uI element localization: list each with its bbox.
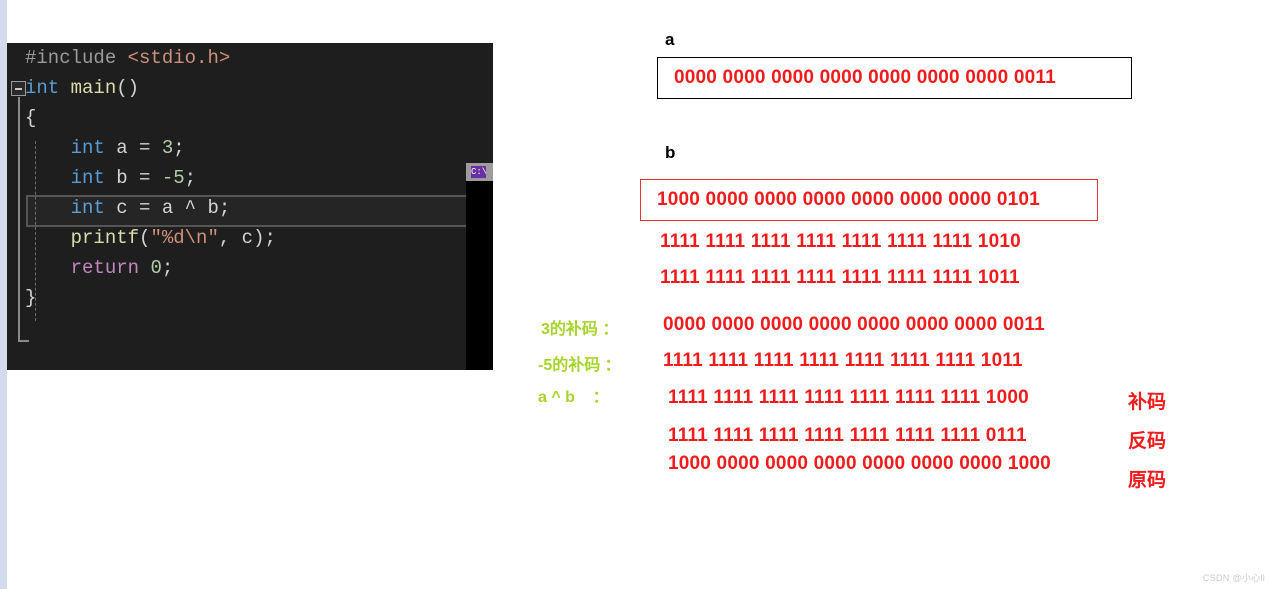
code-token: printf [70,227,140,249]
calc-bits-3: 1111 1111 1111 1111 1111 1111 1111 0111 [668,425,1027,446]
code-line-decl-b[interactable]: int b = -5; [7,163,493,193]
code-editor-window[interactable]: #include <stdio.h> int main(){ int a = 3;… [7,43,493,370]
side-note-1: 反码 [1128,431,1167,452]
code-token: () [116,77,140,99]
scope-guide-line [18,97,20,342]
code-token: , c); [218,227,276,249]
code-token: ; [184,167,197,189]
collapse-region-toggle-icon[interactable] [11,81,26,96]
side-note-0: 补码 [1128,392,1167,413]
calc-label-1: -5的补码 ： [538,357,621,374]
code-token: int [70,137,105,159]
code-token: "%d\n" [150,227,219,249]
code-line-close-brace[interactable]: } [7,283,493,313]
code-token: { [25,107,37,129]
code-line-main-signature[interactable]: int main() [7,73,493,103]
code-token: ; [161,257,174,279]
highlighted-code-line-box [26,195,493,227]
bits-b-original-boxed: 1000 0000 0000 0000 0000 0000 0000 0101 [640,179,1098,221]
console-icon: C:\ [471,166,486,178]
scope-guide-foot [18,340,29,342]
code-line-open-brace[interactable]: { [7,103,493,133]
bits-b-inverse: 1111 1111 1111 1111 1111 1111 1111 1010 [660,231,1021,252]
label-variable-b: b [665,143,676,162]
code-token: int [25,77,60,99]
bits-a-boxed: 0000 0000 0000 0000 0000 0000 0000 0011 [657,57,1132,99]
console-titlebar[interactable]: C:\ [466,163,493,181]
code-line-decl-a[interactable]: int a = 3; [7,133,493,163]
code-token: main [70,77,117,99]
label-variable-a: a [665,30,675,49]
bits-b-complement: 1111 1111 1111 1111 1111 1111 1111 1011 [660,267,1020,288]
code-token: ; [173,137,185,159]
calc-bits-0: 0000 0000 0000 0000 0000 0000 0000 0011 [663,314,1045,335]
calc-bits-4: 1000 0000 0000 0000 0000 0000 0000 1000 [668,453,1051,474]
indent-guide-line [35,141,36,321]
code-token: a = [104,137,162,159]
console-output-area: -8 C:\ 要在 按任 [466,181,493,370]
code-line-include[interactable]: #include <stdio.h> [7,43,493,73]
code-token: 3 [161,137,174,159]
calc-bits-1: 1111 1111 1111 1111 1111 1111 1111 1011 [663,350,1023,371]
code-token: return [70,257,140,279]
side-note-2: 原码 [1128,470,1167,491]
csdn-watermark: CSDN @小心ll [1202,573,1265,583]
code-token: b = [104,167,162,189]
code-line-printf-call[interactable]: printf("%d\n", c); [7,223,493,253]
page-gutter-strip [0,0,7,589]
calc-bits-2: 1111 1111 1111 1111 1111 1111 1111 1000 [668,387,1029,408]
code-line-return-stmt[interactable]: return 0; [7,253,493,283]
code-token: -5 [161,167,185,189]
code-token: <stdio.h> [127,47,231,69]
calc-label-0: 3的补码 ： [541,321,619,338]
code-token: int [70,167,105,189]
code-token: #include [25,47,128,69]
code-token: ( [139,227,151,249]
code-token: 0 [150,257,162,279]
console-window[interactable]: C:\ -8 C:\ 要在 按任 [466,163,493,370]
calc-label-2: a ^ b ： [538,389,609,406]
